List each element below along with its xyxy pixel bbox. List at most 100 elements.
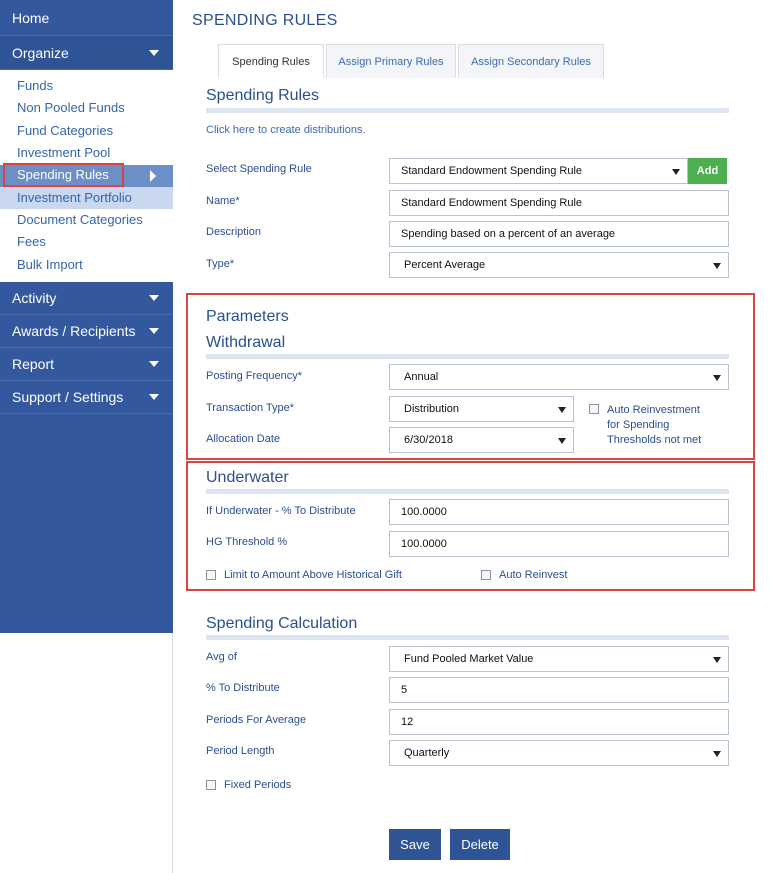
sidebar-item-non-pooled-funds[interactable]: Non Pooled Funds (17, 100, 125, 115)
limit-above-gift-checkbox[interactable]: Limit to Amount Above Historical Gift (206, 569, 402, 581)
chevron-down-icon (149, 328, 159, 334)
pct-distribute-input[interactable]: 5 (389, 677, 729, 703)
checkbox-box[interactable] (589, 404, 599, 414)
auto-reinvestment-checkbox[interactable]: Auto Reinvestment for Spending Threshold… (589, 403, 701, 448)
limit-above-gift-label: Limit to Amount Above Historical Gift (224, 569, 402, 581)
name-label: Name* (206, 195, 240, 207)
type-select[interactable]: Percent Average (389, 252, 729, 278)
delete-button[interactable]: Delete (450, 829, 510, 860)
hg-threshold-label: HG Threshold % (206, 536, 288, 548)
pct-distribute-value: 5 (401, 684, 408, 696)
nav-home[interactable]: Home (0, 0, 173, 36)
withdrawal-heading: Withdrawal (206, 334, 286, 351)
underwater-pct-value: 100.0000 (401, 506, 447, 518)
create-distributions-link[interactable]: Click here to create distributions. (206, 124, 366, 136)
chevron-right-icon (150, 170, 156, 182)
chevron-down-icon (149, 295, 159, 301)
nav-awards-label: Awards / Recipients (12, 323, 136, 339)
sidebar-item-fees[interactable]: Fees (17, 234, 46, 249)
name-input[interactable]: Standard Endowment Spending Rule (389, 190, 729, 216)
periods-label: Periods For Average (206, 714, 307, 726)
avg-of-value: Fund Pooled Market Value (404, 653, 534, 665)
period-length-select[interactable]: Quarterly (389, 740, 729, 766)
label-line: Thresholds not met (607, 434, 702, 446)
nav-support[interactable]: Support / Settings (0, 381, 173, 414)
posting-frequency-select[interactable]: Annual (389, 364, 729, 390)
fixed-periods-checkbox[interactable]: Fixed Periods (206, 779, 291, 791)
tab-assign-secondary-rules[interactable]: Assign Secondary Rules (458, 44, 604, 78)
tab-bar: Spending Rules Assign Primary Rules Assi… (218, 44, 606, 78)
hg-threshold-value: 100.0000 (401, 538, 447, 550)
nav-awards[interactable]: Awards / Recipients (0, 315, 173, 348)
nav-support-label: Support / Settings (12, 389, 124, 405)
sidebar-footer-area (0, 633, 173, 873)
caret-down-icon (558, 438, 566, 444)
spending-rule-value: Standard Endowment Spending Rule (401, 165, 583, 177)
section-heading: Spending Rules (206, 87, 319, 104)
tab-assign-primary-rules[interactable]: Assign Primary Rules (326, 44, 456, 78)
type-label: Type* (206, 258, 235, 270)
sidebar-item-funds[interactable]: Funds (17, 78, 53, 93)
nav-report[interactable]: Report (0, 348, 173, 381)
page-title: SPENDING RULES (192, 12, 338, 29)
sidebar-item-investment-portfolio[interactable]: Investment Portfolio (17, 190, 132, 205)
tab-label: Spending Rules (232, 55, 310, 68)
caret-down-icon (713, 263, 721, 269)
pct-distribute-label: % To Distribute (206, 682, 280, 694)
chevron-down-icon (149, 361, 159, 367)
sidebar-item-investment-pool[interactable]: Investment Pool (17, 145, 110, 160)
chevron-down-icon (149, 49, 159, 56)
label-line: Auto Reinvestment (607, 404, 700, 416)
avg-of-select[interactable]: Fund Pooled Market Value (389, 646, 729, 672)
nav-activity[interactable]: Activity (0, 282, 173, 315)
checkbox-box[interactable] (206, 570, 216, 580)
periods-input[interactable]: 12 (389, 709, 729, 735)
description-input[interactable]: Spending based on a percent of an averag… (389, 221, 729, 247)
hg-threshold-input[interactable]: 100.0000 (389, 531, 729, 557)
allocation-date-value: 6/30/2018 (404, 434, 453, 446)
divider (206, 635, 729, 640)
caret-down-icon (713, 375, 721, 381)
add-button[interactable]: Add (688, 158, 727, 184)
tab-spending-rules[interactable]: Spending Rules (218, 44, 324, 78)
avg-of-label: Avg of (206, 651, 237, 663)
sidebar-item-document-categories[interactable]: Document Categories (17, 212, 143, 227)
spending-calculation-heading: Spending Calculation (206, 615, 358, 632)
caret-down-icon (672, 169, 680, 175)
auto-reinvestment-label: Auto Reinvestment for Spending Threshold… (607, 403, 701, 448)
highlight-box-nav (3, 163, 124, 187)
underwater-pct-input[interactable]: 100.0000 (389, 499, 729, 525)
spending-rule-select[interactable]: Standard Endowment Spending Rule (389, 158, 688, 184)
posting-frequency-value: Annual (404, 371, 439, 383)
underwater-heading: Underwater (206, 469, 289, 486)
nav-activity-label: Activity (12, 290, 57, 306)
posting-frequency-label: Posting Frequency* (206, 370, 302, 382)
tab-label: Assign Primary Rules (338, 55, 444, 68)
name-value: Standard Endowment Spending Rule (401, 197, 583, 209)
chevron-down-icon (149, 394, 159, 400)
save-button[interactable]: Save (389, 829, 441, 860)
divider (206, 354, 729, 359)
sidebar-item-bulk-import[interactable]: Bulk Import (17, 257, 83, 272)
allocation-date-label: Allocation Date (206, 433, 280, 445)
period-length-value: Quarterly (404, 747, 450, 759)
caret-down-icon (558, 407, 566, 413)
transaction-type-select[interactable]: Distribution (389, 396, 574, 422)
auto-reinvest-checkbox[interactable]: Auto Reinvest (481, 569, 567, 581)
sidebar-item-fund-categories[interactable]: Fund Categories (17, 123, 113, 138)
allocation-date-select[interactable]: 6/30/2018 (389, 427, 574, 453)
periods-value: 12 (401, 716, 414, 728)
nav-report-label: Report (12, 356, 55, 372)
transaction-type-value: Distribution (404, 403, 460, 415)
description-label: Description (206, 226, 262, 238)
tab-label: Assign Secondary Rules (471, 55, 591, 68)
transaction-type-label: Transaction Type* (206, 402, 295, 414)
select-rule-label: Select Spending Rule (206, 163, 312, 175)
checkbox-box[interactable] (481, 570, 491, 580)
label-line: for Spending (607, 419, 670, 431)
divider (206, 489, 729, 494)
auto-reinvest-label: Auto Reinvest (499, 569, 568, 581)
checkbox-box[interactable] (206, 780, 216, 790)
nav-organize[interactable]: Organize (0, 36, 173, 70)
type-value: Percent Average (404, 259, 486, 271)
